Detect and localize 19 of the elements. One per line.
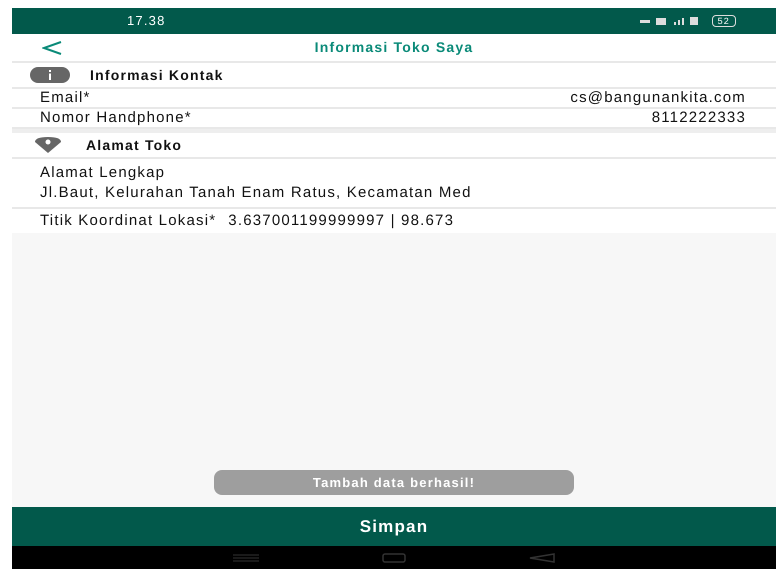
field-label: Nomor Handphone*: [40, 108, 192, 128]
field-label: Email*: [40, 88, 91, 108]
field-label: Titik Koordinat Lokasi*: [40, 210, 216, 231]
menu-icon[interactable]: [233, 554, 260, 562]
save-button[interactable]: Simpan: [12, 507, 776, 546]
battery-indicator: 52: [712, 15, 736, 27]
status-time: 17.38: [127, 12, 166, 30]
section-title: Alamat Toko: [86, 136, 182, 154]
section-title: Informasi Kontak: [90, 66, 224, 84]
info-icon: [30, 67, 70, 83]
field-value: 3.637001199999997 | 98.673: [228, 210, 454, 231]
page-title: Informasi Toko Saya: [314, 38, 474, 57]
back-icon[interactable]: [528, 552, 555, 562]
field-value: Jl.Baut, Kelurahan Tanah Enam Ratus, Kecamatan Med: [40, 183, 473, 203]
toast-message: Tambah data berhasil!: [214, 470, 574, 495]
field-label: Alamat Lengkap: [40, 163, 166, 183]
field-value: cs@bangunankita.com: [570, 88, 747, 108]
field-value: 8112222333: [652, 108, 747, 128]
home-icon[interactable]: [382, 552, 406, 562]
